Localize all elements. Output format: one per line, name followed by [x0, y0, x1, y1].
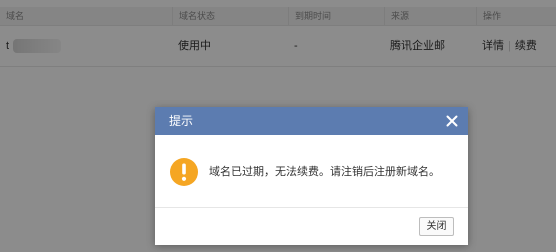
alert-dialog: 提示 域名已过期，无法续费。请注销后注册新域名。 关闭 [155, 107, 468, 245]
warning-icon [169, 157, 199, 187]
dialog-footer: 关闭 [155, 207, 468, 245]
dialog-message: 域名已过期，无法续费。请注销后注册新域名。 [209, 166, 440, 178]
close-icon[interactable] [444, 113, 460, 129]
dialog-header: 提示 [155, 107, 468, 135]
dialog-title: 提示 [169, 114, 194, 128]
close-button[interactable]: 关闭 [419, 217, 454, 236]
dialog-body: 域名已过期，无法续费。请注销后注册新域名。 [155, 135, 468, 207]
